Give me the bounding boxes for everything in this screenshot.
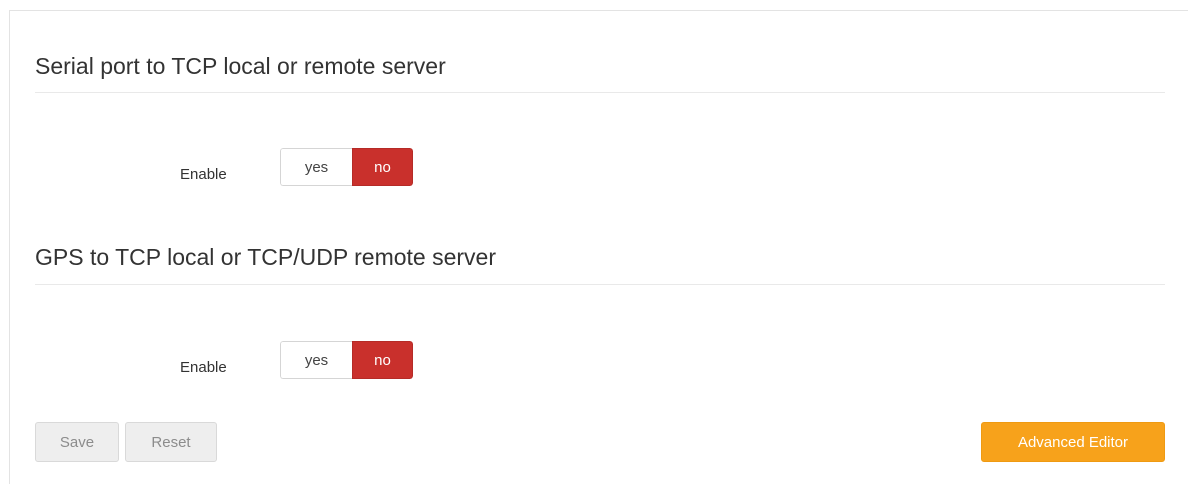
section-title-gps-to-tcp: GPS to TCP local or TCP/UDP remote serve… bbox=[35, 244, 497, 270]
save-button-label: Save bbox=[59, 433, 95, 451]
advanced-editor-button-label: Advanced Editor bbox=[1017, 433, 1129, 451]
save-button[interactable]: Save bbox=[35, 422, 119, 462]
serial-enable-yes-option[interactable]: yes bbox=[280, 148, 352, 186]
serial-enable-yes-label: yes bbox=[304, 158, 329, 176]
settings-panel: Serial port to TCP local or remote serve… bbox=[9, 10, 1188, 484]
serial-enable-no-option[interactable]: no bbox=[352, 148, 413, 186]
gps-enable-no-option[interactable]: no bbox=[352, 341, 413, 379]
serial-enable-label: Enable bbox=[180, 166, 227, 183]
section-divider bbox=[35, 92, 1165, 93]
gps-enable-label: Enable bbox=[180, 359, 227, 376]
serial-enable-toggle[interactable]: yes no bbox=[280, 148, 413, 186]
reset-button[interactable]: Reset bbox=[125, 422, 217, 462]
section-divider bbox=[35, 284, 1165, 285]
gps-enable-yes-label: yes bbox=[304, 351, 329, 369]
serial-enable-no-label: no bbox=[374, 158, 391, 176]
section-title-serial-to-tcp: Serial port to TCP local or remote serve… bbox=[35, 53, 446, 79]
advanced-editor-button[interactable]: Advanced Editor bbox=[981, 422, 1165, 462]
reset-button-label: Reset bbox=[151, 433, 191, 451]
gps-enable-yes-option[interactable]: yes bbox=[280, 341, 352, 379]
gps-enable-toggle[interactable]: yes no bbox=[280, 341, 413, 379]
gps-enable-no-label: no bbox=[374, 351, 391, 369]
